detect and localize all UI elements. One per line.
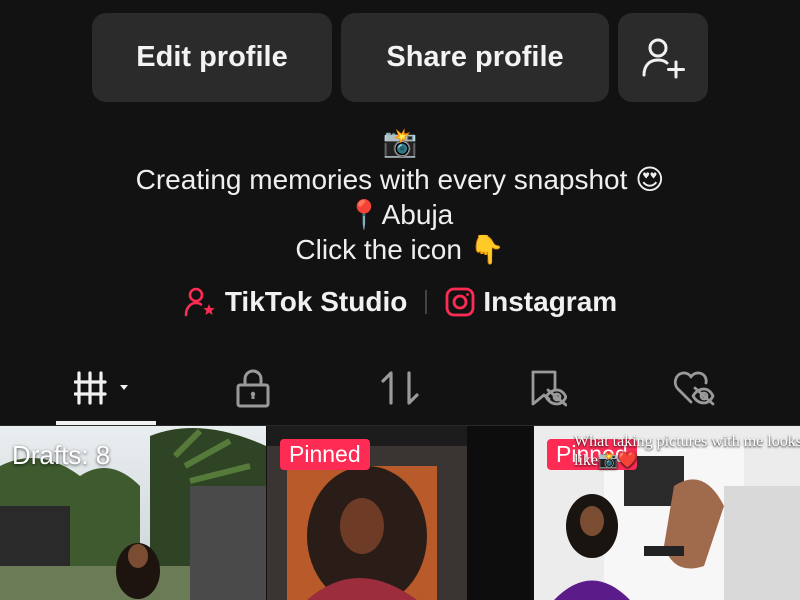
tab-liked[interactable] [644,352,744,424]
edit-profile-button[interactable]: Edit profile [92,13,332,102]
tab-videos[interactable] [56,352,156,424]
video-tile-pinned-2[interactable]: Pinned What taking pictures with me look… [534,426,800,600]
links-separator [425,290,428,314]
profile-links: TikTok Studio Instagram [0,284,800,320]
edit-profile-label: Edit profile [136,41,288,73]
liked-hidden-icon [673,371,715,406]
pinned-badge: Pinned [280,439,370,470]
bio-tagline-text: Creating memories with every snapshot [135,164,628,195]
pin-emoji: 📍 [346,198,382,231]
bio-location-text: Abuja [381,199,454,230]
add-friend-button[interactable] [618,13,708,102]
tiktok-studio-label: TikTok Studio [224,286,408,317]
video-tile-drafts[interactable]: Drafts: 8 [0,426,266,600]
camera-emoji: 📸 [382,126,418,159]
drafts-count-label: Drafts: 8 [12,440,111,470]
tab-reposts[interactable] [350,352,450,424]
bio-camera-line: 📸 [0,126,800,159]
heart-eyes-emoji: 😍 [635,163,665,196]
tab-favorites[interactable] [497,352,597,424]
instagram-label: Instagram [483,286,618,317]
video-tile-pinned-1[interactable]: Pinned [267,426,533,600]
tiktok-studio-link[interactable]: TikTok Studio [183,286,408,318]
bio-line-tagline: Creating memories with every snapshot 😍 [0,163,800,196]
add-user-icon [642,38,685,78]
bio-line-cta: Click the icon 👇 [0,233,800,266]
videos-grid-icon [74,371,128,405]
bio-cta-text: Click the icon [295,234,462,265]
favorites-hidden-icon [531,370,567,407]
video-caption: What taking pictures with me looks like📸… [574,433,800,469]
instagram-link[interactable]: Instagram [445,286,617,318]
share-profile-button[interactable]: Share profile [341,13,609,102]
share-profile-label: Share profile [386,41,564,73]
profile-tabs [0,352,800,424]
repost-icon [381,371,419,405]
pointing-down-emoji: 👇 [469,233,505,266]
studio-user-star-icon [184,287,215,317]
tab-private[interactable] [203,352,303,424]
lock-icon [236,369,270,408]
instagram-icon [445,287,475,317]
bio-line-location: 📍Abuja [0,198,800,231]
